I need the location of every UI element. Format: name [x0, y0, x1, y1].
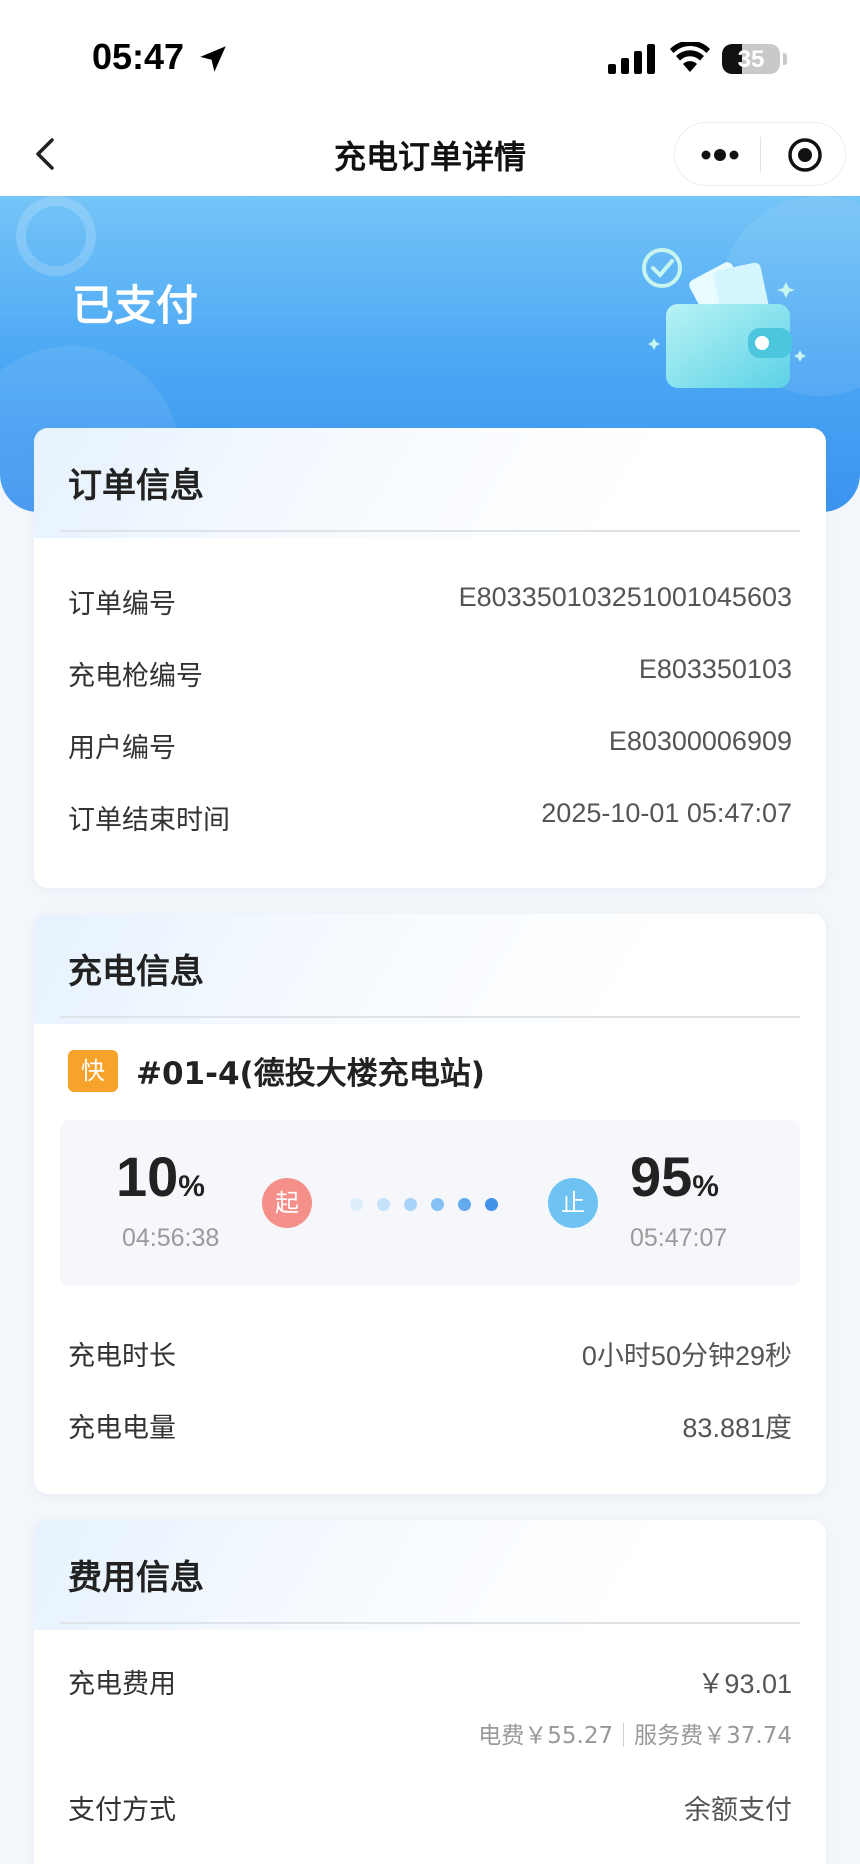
progress-dot: [350, 1198, 363, 1211]
wallet-illustration-icon: [642, 248, 806, 388]
cellular-signal-icon: [608, 44, 655, 74]
start-badge: 起: [262, 1178, 312, 1228]
location-arrow-icon: [200, 46, 226, 72]
progress-dot: [377, 1198, 390, 1211]
charge-duration-value: 0小时50分钟29秒: [581, 1341, 792, 1371]
status-bar: 05:47 35: [0, 0, 860, 112]
fee-info-title: 费用信息: [68, 1558, 204, 1598]
progress-dot: [458, 1198, 471, 1211]
end-time-value: 2025-10-01 05:47:07: [541, 798, 792, 828]
fee-breakdown: 电费￥55.27 服务费￥37.74: [478, 1716, 792, 1750]
end-time-label: 订单结束时间: [68, 805, 230, 836]
progress-dot: [485, 1198, 498, 1211]
user-number-value: E80300006909: [608, 726, 792, 756]
progress-dot: [404, 1198, 417, 1211]
divider: [60, 530, 800, 532]
battery-level: 35: [737, 46, 765, 73]
service-fee: 服务费￥37.74: [634, 1723, 792, 1749]
charge-duration-label: 充电时长: [68, 1341, 176, 1372]
wifi-icon: [670, 42, 710, 72]
payment-status: 已支付: [72, 281, 199, 330]
divider: [623, 1723, 625, 1747]
fast-charge-badge: 快: [68, 1050, 118, 1092]
pay-method-label: 支付方式: [68, 1795, 176, 1826]
decor-bubble: [16, 196, 96, 276]
capsule-divider: [760, 137, 761, 173]
percent-sign: %: [692, 1170, 719, 1203]
status-time: 05:47: [92, 36, 185, 77]
gun-number-label: 充电枪编号: [68, 661, 203, 692]
end-soc: 95%: [630, 1145, 719, 1208]
miniprogram-capsule: [674, 122, 846, 186]
close-miniprogram-icon[interactable]: [785, 135, 825, 175]
nav-bar: 充电订单详情: [0, 112, 860, 196]
battery-icon: 35: [722, 44, 780, 74]
charge-energy-value: 83.881度: [682, 1413, 792, 1443]
fee-info-card: 费用信息 充电费用 ￥93.01 电费￥55.27 服务费￥37.74 支付方式 …: [34, 1520, 826, 1864]
divider: [60, 1016, 800, 1018]
gun-number-value: E803350103: [638, 654, 792, 684]
charge-fee-label: 充电费用: [68, 1669, 176, 1700]
pay-method-value: 余额支付: [684, 1795, 792, 1825]
electricity-fee: 电费￥55.27: [478, 1723, 614, 1749]
percent-sign: %: [178, 1170, 205, 1203]
more-icon[interactable]: [697, 137, 743, 173]
progress-dot: [431, 1198, 444, 1211]
order-number-label: 订单编号: [68, 589, 176, 620]
order-info-title: 订单信息: [68, 466, 204, 506]
divider: [60, 1622, 800, 1624]
end-time: 05:47:07: [630, 1224, 728, 1252]
charge-info-card: 充电信息 快 #01-4(德投大楼充电站) 10% 04:56:38 起 止 9…: [34, 914, 826, 1494]
start-time: 04:56:38: [122, 1224, 220, 1252]
soc-panel: 10% 04:56:38 起 止 95% 05:47:07: [60, 1120, 800, 1286]
start-soc: 10%: [116, 1145, 205, 1208]
order-number-value: E803350103251001045603: [458, 582, 792, 612]
user-number-label: 用户编号: [68, 733, 176, 764]
charge-info-title: 充电信息: [68, 952, 204, 992]
charge-energy-label: 充电电量: [68, 1413, 176, 1444]
charge-fee-value: ￥93.01: [697, 1669, 792, 1699]
station-name: #01-4(德投大楼充电站): [136, 1056, 485, 1092]
end-badge: 止: [548, 1178, 598, 1228]
battery-cap: [783, 53, 787, 65]
order-info-card: 订单信息 订单编号 E803350103251001045603 充电枪编号 E…: [34, 428, 826, 888]
